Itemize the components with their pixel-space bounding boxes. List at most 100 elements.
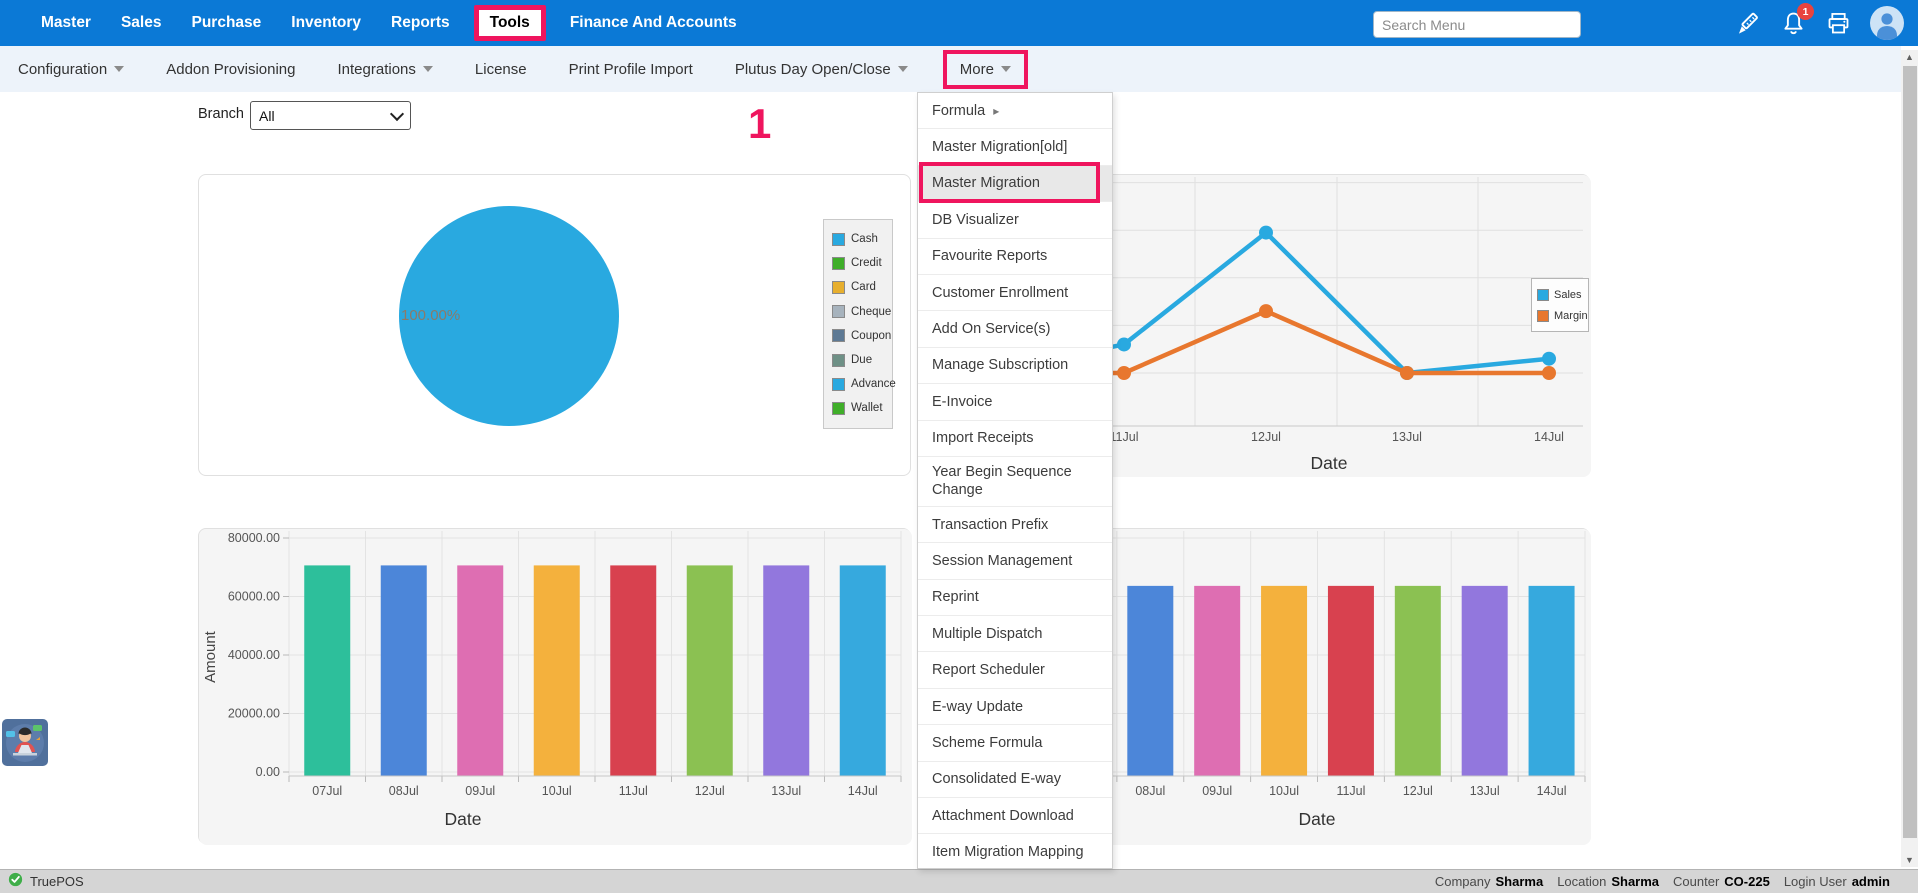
- data-point-margin-13jul: [1400, 366, 1414, 380]
- scrollbar-thumb[interactable]: [1903, 66, 1917, 838]
- menu-item-add-on-service-s[interactable]: Add On Service(s): [918, 311, 1112, 347]
- subnav-item-plutus-day-open-close[interactable]: Plutus Day Open/Close: [714, 61, 929, 78]
- menu-item-report-scheduler[interactable]: Report Scheduler: [918, 652, 1112, 688]
- subnav-item-more[interactable]: More: [943, 50, 1028, 89]
- pie-legend-item-due: Due: [832, 348, 892, 372]
- user-avatar[interactable]: [1869, 5, 1905, 41]
- legend-label: Card: [851, 281, 876, 293]
- status-field-login-user: Login Useradmin: [1784, 874, 1890, 889]
- subnav-item-license[interactable]: License: [454, 61, 548, 78]
- y-tick-label: 60000.00: [228, 590, 280, 604]
- menu-item-scheme-formula[interactable]: Scheme Formula: [918, 725, 1112, 761]
- legend-label: Margin: [1554, 310, 1588, 322]
- data-point-margin-11jul: [1117, 366, 1131, 380]
- search-input[interactable]: [1373, 11, 1581, 38]
- truepos-status-icon: [8, 872, 23, 892]
- vertical-scrollbar[interactable]: ▲ ▼: [1901, 50, 1918, 867]
- menu-item-favourite-reports[interactable]: Favourite Reports: [918, 239, 1112, 275]
- menu-item-item-migration-mapping[interactable]: Item Migration Mapping: [918, 834, 1112, 869]
- subnav-item-label: Integrations: [338, 61, 416, 78]
- bar-10jul: [534, 565, 580, 776]
- x-tick-label: 12Jul: [1251, 430, 1281, 444]
- menu-item-master-migration-old[interactable]: Master Migration[old]: [918, 129, 1112, 165]
- menu-item-e-way-update[interactable]: E-way Update: [918, 689, 1112, 725]
- menu-item-year-begin-sequence-change[interactable]: Year Begin Sequence Change: [918, 457, 1112, 507]
- notifications-bell-icon[interactable]: 1: [1779, 9, 1807, 37]
- subnav-item-label: More: [960, 61, 994, 78]
- line-legend-item-margin: Margin: [1537, 305, 1588, 326]
- pie-legend-item-cash: Cash: [832, 227, 892, 251]
- data-point-sales-11jul: [1117, 337, 1131, 351]
- menu-item-manage-subscription[interactable]: Manage Subscription: [918, 348, 1112, 384]
- bar-08jul: [1127, 586, 1173, 776]
- pie-legend-item-credit: Credit: [832, 251, 892, 275]
- legend-swatch-advance: [832, 378, 845, 391]
- menu-item-transaction-prefix[interactable]: Transaction Prefix: [918, 507, 1112, 543]
- scroll-up-arrow[interactable]: ▲: [1901, 50, 1918, 64]
- menu-item-attachment-download[interactable]: Attachment Download: [918, 798, 1112, 834]
- menu-item-reprint[interactable]: Reprint: [918, 580, 1112, 616]
- pie-legend-item-coupon: Coupon: [832, 324, 892, 348]
- pie-legend-item-card: Card: [832, 275, 892, 299]
- menu-item-label: Import Receipts: [932, 430, 1034, 446]
- nav-item-master[interactable]: Master: [26, 14, 106, 32]
- x-tick-label: 14Jul: [1537, 784, 1567, 798]
- bar-11jul: [1328, 586, 1374, 776]
- branch-select-value: All: [259, 108, 275, 124]
- subnav-item-integrations[interactable]: Integrations: [317, 61, 454, 78]
- menu-item-e-invoice[interactable]: E-Invoice: [918, 384, 1112, 420]
- support-chat-avatar[interactable]: [2, 719, 48, 766]
- x-tick-label: 13Jul: [1470, 784, 1500, 798]
- status-field-value: admin: [1852, 874, 1890, 889]
- menu-item-label: Customer Enrollment: [932, 285, 1068, 301]
- nav-item-reports[interactable]: Reports: [376, 14, 465, 32]
- submenu-arrow-icon: ▸: [993, 104, 999, 118]
- print-icon[interactable]: [1824, 9, 1852, 37]
- nav-item-sales[interactable]: Sales: [106, 14, 177, 32]
- x-tick-label: 11Jul: [1110, 430, 1139, 444]
- menu-item-master-migration[interactable]: Master Migration: [918, 166, 1112, 202]
- pie-legend-item-wallet: Wallet: [832, 396, 892, 420]
- chevron-down-icon: [390, 106, 404, 120]
- legend-label: Wallet: [851, 402, 883, 414]
- legend-swatch-cash: [832, 233, 845, 246]
- bar-14jul: [1529, 586, 1575, 776]
- nav-item-tools[interactable]: Tools: [474, 5, 546, 41]
- y-tick-label: 20000.00: [228, 707, 280, 721]
- pie-slice-label: 100.00%: [401, 307, 460, 324]
- subnav-item-addon-provisioning[interactable]: Addon Provisioning: [145, 61, 316, 78]
- bar-12jul: [1395, 586, 1441, 776]
- subnav-item-label: Addon Provisioning: [166, 61, 295, 78]
- line-legend-item-sales: Sales: [1537, 284, 1588, 305]
- menu-item-session-management[interactable]: Session Management: [918, 543, 1112, 579]
- menu-item-label: Favourite Reports: [932, 248, 1047, 264]
- menu-item-multiple-dispatch[interactable]: Multiple Dispatch: [918, 616, 1112, 652]
- subnav-item-print-profile-import[interactable]: Print Profile Import: [548, 61, 714, 78]
- menu-item-consolidated-e-way[interactable]: Consolidated E-way: [918, 762, 1112, 798]
- bar-13jul: [1462, 586, 1508, 776]
- subnav-item-label: License: [475, 61, 527, 78]
- branch-select[interactable]: All: [250, 101, 411, 130]
- menu-item-customer-enrollment[interactable]: Customer Enrollment: [918, 275, 1112, 311]
- status-field-value: CO-225: [1724, 874, 1770, 889]
- nav-item-finance-and-accounts[interactable]: Finance And Accounts: [555, 14, 752, 32]
- receivable-panel: 80000.0060000.0040000.0020000.000.0007Ju…: [198, 528, 911, 844]
- subnav-item-configuration[interactable]: Configuration: [0, 61, 145, 78]
- menu-item-import-receipts[interactable]: Import Receipts: [918, 421, 1112, 457]
- nav-item-inventory[interactable]: Inventory: [276, 14, 376, 32]
- bar-07jul: [304, 565, 350, 776]
- theme-brush-icon[interactable]: [1734, 9, 1762, 37]
- menu-item-label: Consolidated E-way: [932, 771, 1061, 787]
- bar-08jul: [381, 565, 427, 776]
- legend-swatch-margin: [1537, 310, 1549, 322]
- menu-item-label: Transaction Prefix: [932, 517, 1048, 533]
- chevron-down-icon: [898, 66, 908, 72]
- nav-item-purchase[interactable]: Purchase: [176, 14, 276, 32]
- bar-12jul: [687, 565, 733, 776]
- scroll-down-arrow[interactable]: ▼: [1901, 853, 1918, 867]
- menu-item-formula[interactable]: Formula▸: [918, 93, 1112, 129]
- menu-item-db-visualizer[interactable]: DB Visualizer: [918, 202, 1112, 238]
- x-tick-label: 11Jul: [1336, 784, 1365, 798]
- x-tick-label: 13Jul: [771, 784, 801, 798]
- menu-item-label: Master Migration[old]: [932, 139, 1067, 155]
